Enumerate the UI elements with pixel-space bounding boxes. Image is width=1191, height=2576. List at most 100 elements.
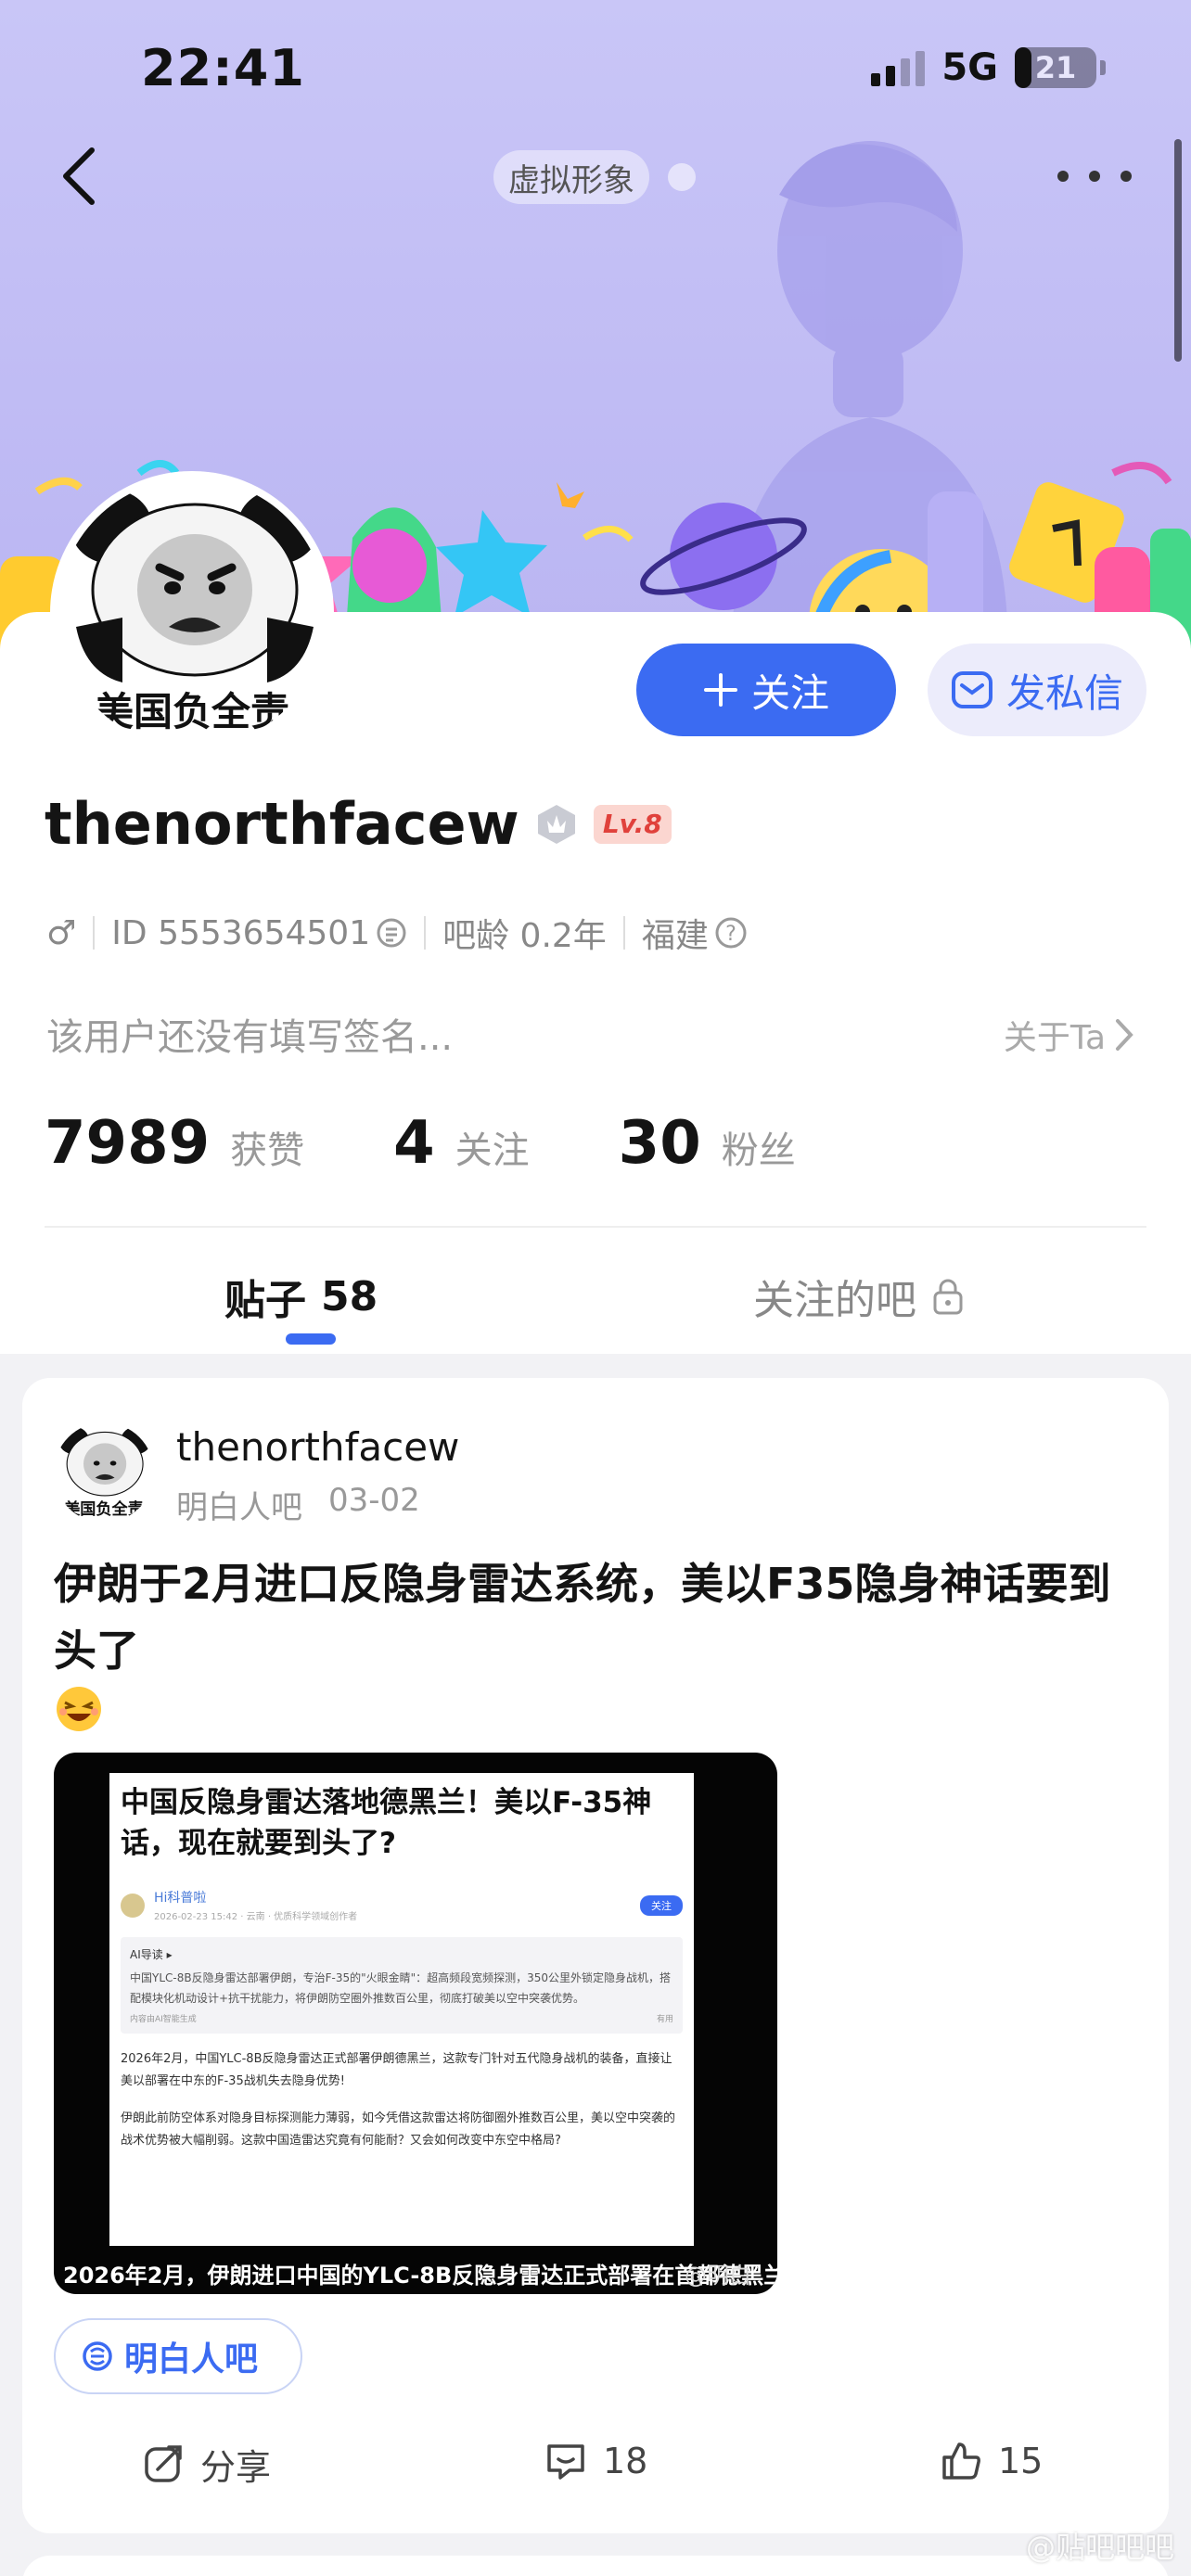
corner-watermark: @贴吧吧吧 [1025,2530,1174,2565]
rank-badge-icon [537,804,575,844]
forum-tag-label: 明白人吧 [124,2340,259,2378]
image-watermark: @明白 [685,2263,751,2289]
battery-tip [1100,60,1106,75]
image-caption: 2026年2月，伊朗进口中国的YLC-8B反隐身雷达正式部署在首都德黑兰 [63,2263,777,2289]
lock-icon [933,1279,963,1315]
next-post-card [22,2556,1169,2576]
tab-bars-label: 关注的吧 [753,1277,916,1324]
shot-paragraph: 2026年2月，中国YLC-8B反隐身雷达正式部署伊朗德黑兰，这款专门针对五代隐… [121,2052,672,2088]
shot-author-row: Hi科普啦 2026-02-23 15:42 · 云南 · 优质科学领域创作者 … [121,1888,683,1922]
more-icon-dot [1089,171,1100,182]
shot-headline: 中国反隐身雷达落地德黑兰！美以F-35神话，现在就要到头了? [121,1786,652,1860]
stat-value: 7989 [45,1109,211,1178]
location-text: 福建 [641,917,709,955]
panda-meme-avatar: 美国负全责 [58,478,327,747]
active-tab-indicator [286,1333,336,1345]
follow-button[interactable]: 关注 [636,644,896,736]
tab-posts-label: 贴子 [224,1277,306,1324]
shot-follow: 关注 [640,1894,683,1916]
virtual-avatar-tag[interactable]: 虚拟形象 [493,150,649,204]
user-id[interactable]: ID 5553654501 [111,914,407,952]
share-icon [145,2444,182,2482]
location[interactable]: 福建 ? [642,909,748,957]
comment-button[interactable]: 18 [544,2439,647,2483]
battery-level: 21 [1034,50,1077,85]
tag-dot [668,163,696,191]
gender: ♂ [46,914,76,952]
profile-stats: 7989 获赞 4 关注 30 粉丝 [45,1109,885,1178]
level-badge: Lv.8 [593,804,672,844]
shot-date: 2026-02-23 15:42 · 云南 · 优质科学领域创作者 [154,1912,358,1922]
post-author-name[interactable]: thenorthfacew [176,1424,459,1470]
avatar-caption: 美国负全责 [95,689,289,734]
shot-ai-summary: AI导读 ▸ 中国YLC-8B反隐身雷达部署伊朗，专治F-35的"火眼金睛"：超… [121,1937,683,2034]
more-icon-dot [1121,171,1132,182]
stat-label: 获赞 [230,1129,305,1172]
meta-separator [622,916,625,950]
about-link[interactable]: 关于Ta [1004,1011,1133,1059]
shot-ai-useful: 有用 [656,2015,673,2024]
back-button[interactable] [46,139,111,213]
thumbs-up-icon [942,2442,980,2480]
shot-paragraph: 伊朗此前防空体系对隐身目标探测能力薄弱，如今凭借这款雷达将防御圈外推数百公里，美… [121,2111,676,2148]
battery-icon: 21 [1015,47,1096,88]
laughing-emoji-icon [57,1687,101,1731]
profile-meta: ♂ ID 5553654501 吧龄 0.2年 福建 ? [46,909,748,957]
shot-author: Hi科普啦 [154,1891,207,1906]
username: thenorthfacew [45,790,519,858]
back-icon [63,147,95,205]
status-time: 22:41 [141,39,305,97]
like-count: 15 [998,2441,1044,2481]
shot-ai-body: 中国YLC-8B反隐身雷达部署伊朗，专治F-35的"火眼金睛"：超高频段宽频探测… [130,1971,672,2005]
forum-tag[interactable]: 明白人吧 [54,2318,303,2394]
follow-label: 关注 [750,670,829,716]
like-button[interactable]: 15 [939,2439,1043,2483]
shot-author-info: Hi科普啦 2026-02-23 15:42 · 云南 · 优质科学领域创作者 [154,1888,357,1922]
stat-label: 粉丝 [721,1129,796,1172]
message-icon [951,671,992,708]
stat-label: 关注 [455,1129,530,1172]
avatar[interactable]: 美国负全责 [50,471,334,755]
scroll-indicator [1174,139,1182,362]
tab-followed-bars[interactable]: 关注的吧 [753,1267,965,1326]
signal-icon [871,49,926,86]
post-title[interactable]: 伊朗于2月进口反隐身雷达系统，美以F35隐身神话要到头了 [54,1550,1130,1684]
plus-icon [703,673,737,707]
shot-ai-foot: 内容由AI智能生成 有用 [130,2012,673,2024]
article-screenshot: 中国反隐身雷达落地德黑兰！美以F-35神话，现在就要到头了? Hi科普啦 202… [109,1773,694,2246]
share-label: 分享 [200,2447,272,2488]
comment-icon [547,2444,584,2480]
tab-posts[interactable]: 贴子 58 [224,1267,378,1326]
svg-text:?: ? [725,923,736,946]
about-label: 关于Ta [1003,1019,1106,1057]
message-label: 发私信 [1005,670,1123,716]
stat-fans[interactable]: 30 粉丝 [619,1109,796,1178]
more-button[interactable] [1057,158,1132,195]
user-id-text: ID 5553654501 [111,913,371,952]
chevron-right-icon [1116,1019,1133,1051]
post-author-avatar[interactable]: 美国负全责 [54,1422,154,1523]
shot-author-avatar [121,1893,145,1918]
status-indicators: 5G 21 [871,46,1106,89]
post-meta: 明白人吧 03-02 [176,1482,420,1527]
stat-following[interactable]: 4 关注 [393,1109,530,1178]
shot-ai-foot-text: 内容由AI智能生成 [130,2015,197,2024]
share-button[interactable]: 分享 [143,2439,271,2490]
male-icon: ♂ [46,913,77,952]
question-icon: ? [715,917,747,949]
stat-likes[interactable]: 7989 获赞 [45,1109,304,1178]
comment-count: 18 [603,2441,648,2481]
meta-separator [424,916,427,950]
post-card[interactable]: 美国负全责 thenorthfacew 明白人吧 03-02 伊朗于2月进口反隐… [22,1378,1169,2533]
post-avatar-caption: 美国负全责 [64,1499,144,1519]
forum-icon [83,2341,112,2371]
post-forum[interactable]: 明白人吧 [176,1482,302,1527]
network-type: 5G [941,46,998,89]
message-button[interactable]: 发私信 [928,644,1146,736]
username-row: thenorthfacew Lv.8 [45,790,672,858]
bar-age: 吧龄 0.2年 [442,917,607,955]
bio: 该用户还没有填写签名... [46,1016,454,1059]
shot-ai-title: AI导读 ▸ [130,1948,173,1961]
more-icon [1057,171,1069,182]
post-image[interactable]: 中国反隐身雷达落地德黑兰！美以F-35神话，现在就要到头了? Hi科普啦 202… [54,1753,777,2294]
